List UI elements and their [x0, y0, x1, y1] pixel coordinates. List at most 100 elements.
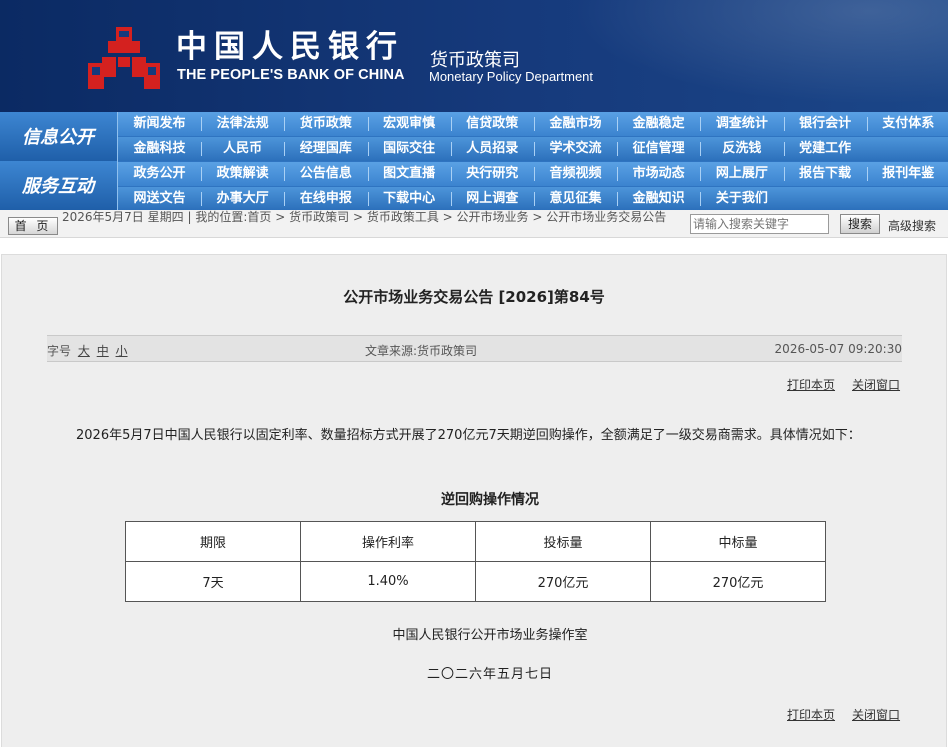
table-header-cell: 期限	[125, 521, 301, 562]
breadcrumb: 2026年5月7日 星期四 | 我的位置:首页 > 货币政策司 > 货币政策工具…	[62, 210, 686, 224]
banner-glow	[548, 0, 948, 112]
nav-item[interactable]: 下载中心	[368, 187, 451, 211]
nav-item[interactable]: 经理国库	[284, 137, 367, 161]
nav-divider	[534, 117, 535, 131]
nav-item[interactable]: 网送文告	[118, 187, 201, 211]
home-button[interactable]: 首 页	[8, 217, 58, 235]
nav-item[interactable]: 支付体系	[867, 112, 948, 136]
nav-item[interactable]: 党建工作	[784, 137, 867, 161]
chevron-right-icon: >	[275, 210, 290, 224]
nav-divider	[534, 142, 535, 156]
table-cell: 1.40%	[300, 561, 476, 602]
breadcrumb-omo-link[interactable]: 公开市场业务	[457, 210, 529, 224]
nav-item[interactable]: 意见征集	[534, 187, 617, 211]
nav-item[interactable]: 公告信息	[284, 162, 367, 186]
nav-divider	[866, 167, 868, 181]
nav-item[interactable]: 反洗钱	[700, 137, 783, 161]
nav-divider	[700, 117, 702, 131]
nav-item[interactable]: 网上展厅	[700, 162, 783, 186]
nav-divider	[450, 192, 452, 206]
nav-item[interactable]: 报刊年鉴	[867, 162, 948, 186]
close-window-link[interactable]: 关闭窗口	[852, 378, 900, 392]
nav-item[interactable]: 信贷政策	[451, 112, 534, 136]
nav-section-service: 服务互动	[0, 161, 118, 210]
nav-item[interactable]: 在线申报	[284, 187, 367, 211]
font-size-medium-link[interactable]: 中	[97, 344, 109, 358]
bank-name-en: THE PEOPLE'S BANK OF CHINA	[177, 67, 405, 83]
nav-item[interactable]: 征信管理	[617, 137, 700, 161]
nav-divider	[700, 192, 702, 206]
nav-item[interactable]: 政务公开	[118, 162, 201, 186]
nav-divider	[866, 117, 868, 131]
table-header-cell: 投标量	[475, 521, 651, 562]
article-meta-bar: 字号 大 中 小 文章来源:货币政策司 2026-05-07 09:20:30	[47, 335, 902, 362]
nav-divider	[284, 142, 286, 156]
font-size-controls: 字号 大 中 小	[47, 342, 128, 359]
nav-divider	[617, 142, 619, 156]
current-date: 2026年5月7日 星期四	[62, 210, 184, 224]
nav-item[interactable]: 法律法规	[201, 112, 284, 136]
pboc-logo-icon[interactable]	[86, 25, 162, 91]
nav-divider	[450, 142, 452, 156]
article-source: 文章来源:货币政策司	[365, 344, 478, 358]
nav-divider	[783, 117, 785, 131]
nav-divider	[367, 192, 369, 206]
nav-item[interactable]: 报告下载	[784, 162, 867, 186]
nav-item[interactable]: 网上调查	[451, 187, 534, 211]
nav-item[interactable]: 关于我们	[700, 187, 783, 211]
nav-item[interactable]: 办事大厅	[201, 187, 284, 211]
nav-item[interactable]: 金融稳定	[617, 112, 700, 136]
search-input[interactable]	[690, 214, 829, 234]
nav-divider	[201, 192, 203, 206]
article-signature: 中国人民银行公开市场业务操作室	[392, 628, 588, 643]
nav-divider	[617, 167, 619, 181]
chevron-right-icon: >	[442, 210, 457, 224]
nav-item[interactable]: 市场动态	[617, 162, 700, 186]
breadcrumb-tools-link[interactable]: 货币政策工具	[367, 210, 439, 224]
nav-item[interactable]: 人员招录	[451, 137, 534, 161]
font-size-small-link[interactable]: 小	[116, 344, 128, 358]
nav-item[interactable]: 新闻发布	[118, 112, 201, 136]
nav-item[interactable]: 图文直播	[368, 162, 451, 186]
nav-item[interactable]: 国际交往	[368, 137, 451, 161]
main-nav: 信息公开 服务互动 新闻发布 法律法规 货币政策 宏观审慎 信贷政策 金融市场 金融稳定 调查…	[0, 112, 948, 210]
nav-item[interactable]: 金融市场	[534, 112, 617, 136]
bank-name-cn: 中国人民银行	[176, 29, 404, 65]
table-header-cell: 操作利率	[300, 521, 476, 562]
nav-item[interactable]: 央行研究	[451, 162, 534, 186]
nav-item[interactable]: 政策解读	[201, 162, 284, 186]
article-timestamp: 2026-05-07 09:20:30	[774, 342, 902, 356]
bottom-page-links: 打印本页 关闭窗口	[787, 706, 900, 723]
nav-item[interactable]: 人民币	[201, 137, 284, 161]
nav-section-service-label: 服务互动	[22, 176, 94, 197]
nav-item[interactable]: 宏观审慎	[368, 112, 451, 136]
font-size-large-link[interactable]: 大	[78, 344, 90, 358]
close-window-link[interactable]: 关闭窗口	[852, 708, 900, 722]
nav-divider	[783, 167, 785, 181]
nav-divider	[367, 117, 369, 131]
nav-divider	[284, 167, 286, 181]
nav-item[interactable]: 学术交流	[534, 137, 617, 161]
nav-item[interactable]: 金融科技	[118, 137, 201, 161]
nav-divider	[201, 167, 203, 181]
nav-divider	[617, 192, 619, 206]
nav-divider	[284, 192, 286, 206]
nav-item[interactable]: 银行会计	[784, 112, 867, 136]
print-page-link[interactable]: 打印本页	[787, 708, 835, 722]
nav-item[interactable]: 金融知识	[617, 187, 700, 211]
breadcrumb-home-link[interactable]: 首页	[247, 210, 271, 224]
article-title: 公开市场业务交易公告 [2026]第84号	[343, 288, 605, 306]
table-cell: 270亿元	[475, 561, 651, 602]
nav-divider	[783, 142, 785, 156]
operations-table: 期限 操作利率 投标量 中标量 7天 1.40% 270亿元 270亿元	[125, 521, 826, 602]
breadcrumb-dept-link[interactable]: 货币政策司	[289, 210, 349, 224]
nav-item[interactable]: 调查统计	[700, 112, 783, 136]
article-body: 2026年5月7日中国人民银行以固定利率、数量招标方式开展了270亿元7天期逆回…	[76, 428, 861, 443]
advanced-search-link[interactable]: 高级搜索	[888, 217, 936, 234]
nav-divider	[201, 142, 203, 156]
nav-item[interactable]: 音频视频	[534, 162, 617, 186]
table-row: 7天 1.40% 270亿元 270亿元	[125, 561, 826, 602]
search-button[interactable]: 搜索	[840, 214, 880, 234]
nav-item[interactable]: 货币政策	[284, 112, 367, 136]
print-page-link[interactable]: 打印本页	[787, 378, 835, 392]
